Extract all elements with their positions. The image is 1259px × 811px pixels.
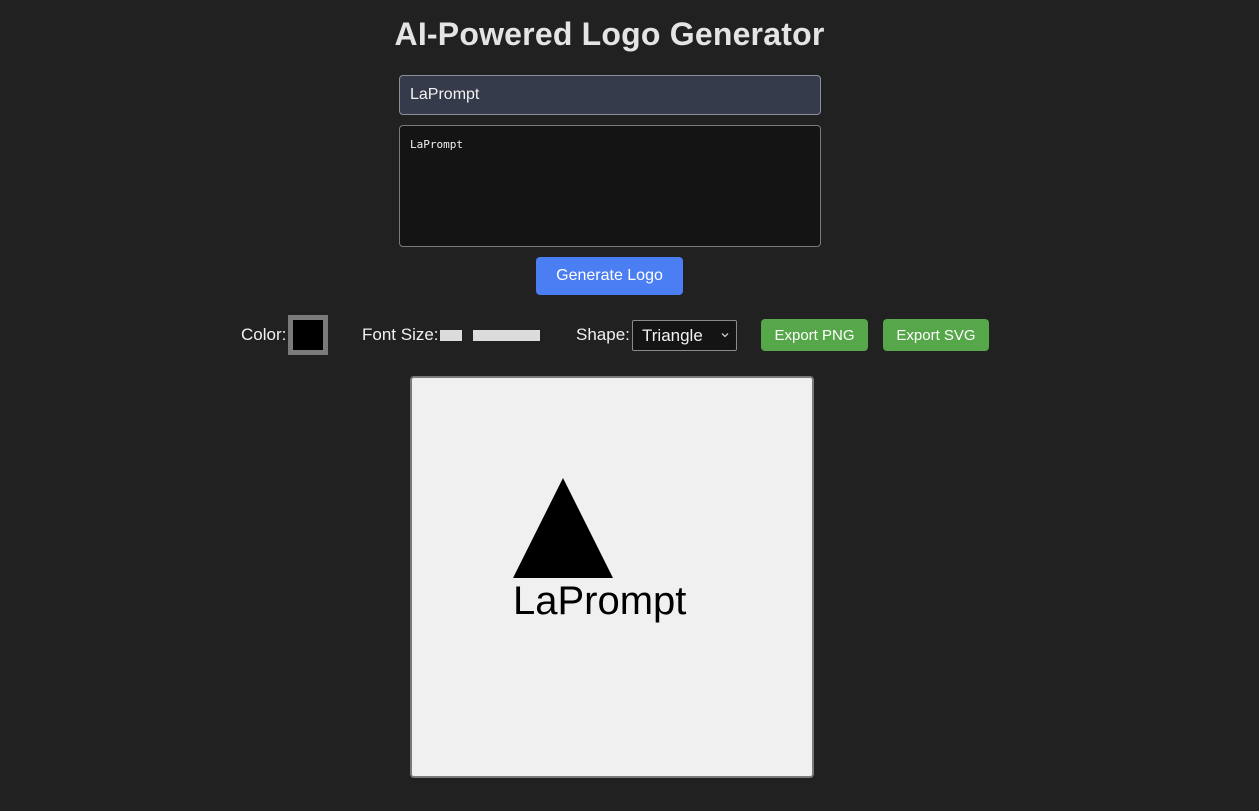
controls-bar: Color: Font Size: Shape: Triangle Export… — [0, 315, 1259, 355]
shape-select[interactable]: Triangle — [632, 320, 737, 351]
font-size-slider-thumb[interactable] — [440, 330, 462, 341]
export-png-button[interactable]: Export PNG — [761, 319, 868, 351]
prompt-textarea[interactable]: LaPrompt — [399, 125, 821, 247]
shape-select-value: Triangle — [642, 326, 703, 345]
generate-logo-button[interactable]: Generate Logo — [536, 257, 683, 295]
font-size-slider-track[interactable] — [473, 330, 540, 341]
logo-preview-svg: LaPrompt — [513, 478, 686, 623]
logo-preview-canvas: LaPrompt — [410, 376, 814, 778]
app-page: AI-Powered Logo Generator LaPrompt Gener… — [0, 0, 1259, 811]
color-label: Color: — [241, 325, 287, 344]
logo-name-input[interactable] — [399, 75, 821, 115]
font-size-label: Font Size: — [362, 325, 439, 344]
logo-text: LaPrompt — [513, 579, 686, 623]
page-title: AI-Powered Logo Generator — [394, 16, 825, 52]
chevron-down-icon — [721, 333, 729, 338]
color-picker[interactable] — [288, 315, 328, 355]
export-svg-button[interactable]: Export SVG — [883, 319, 989, 351]
color-swatch-fill — [293, 320, 323, 350]
shape-label: Shape: — [576, 325, 630, 344]
logo-shape-triangle — [513, 478, 613, 578]
